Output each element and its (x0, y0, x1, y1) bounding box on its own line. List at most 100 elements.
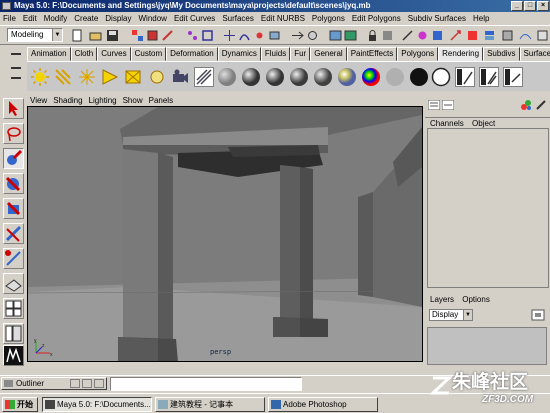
new-scene-icon[interactable] (70, 28, 83, 42)
graph-editor-icon[interactable] (518, 28, 532, 41)
move-tool-icon[interactable] (3, 173, 24, 194)
ambient-light-icon[interactable] (30, 67, 50, 87)
channel-box-toggle-icon[interactable] (427, 99, 441, 111)
shelf-tab-fluids[interactable]: Fluids (260, 47, 291, 61)
blinn-sphere-icon[interactable] (241, 67, 261, 87)
taskbar-item-notepad[interactable]: 建筑教程 - 记事本 (155, 397, 265, 412)
menu-window[interactable]: Window (139, 14, 167, 23)
layer-editor-icon[interactable] (482, 28, 495, 41)
use-background-sphere-icon[interactable] (431, 67, 451, 87)
open-scene-icon[interactable] (88, 28, 102, 41)
menu-create[interactable]: Create (74, 14, 98, 23)
save-scene-icon[interactable] (105, 28, 118, 41)
four-pane-layout-icon[interactable] (3, 298, 24, 319)
menu-edit-nurbs[interactable]: Edit NURBS (261, 14, 305, 23)
volume-light-icon[interactable] (147, 67, 167, 87)
channels-menu[interactable]: Channels (430, 119, 464, 128)
rename-icon[interactable] (400, 28, 413, 41)
shelf-tab-rendering[interactable]: Rendering (438, 47, 484, 61)
batch-render-icon[interactable] (503, 67, 523, 87)
taskbar-item-photoshop[interactable]: Adobe Photoshop (268, 397, 378, 412)
close-button[interactable]: × (537, 1, 549, 11)
menu-surfaces[interactable]: Surfaces (222, 14, 254, 23)
rotate-tool-icon[interactable] (3, 198, 24, 219)
scale-tool-icon[interactable] (3, 223, 24, 244)
ramp-sphere-icon[interactable] (361, 67, 381, 87)
menu-display[interactable]: Display (105, 14, 131, 23)
component-edges-icon[interactable] (200, 28, 213, 41)
snap-grid-icon[interactable] (222, 28, 235, 41)
spot-light-icon[interactable] (100, 67, 120, 87)
point-light-icon[interactable] (77, 67, 97, 87)
mel-command-input[interactable] (110, 377, 302, 391)
component-points-icon[interactable] (185, 28, 198, 41)
viewport-menu-lighting[interactable]: Lighting (89, 96, 117, 105)
ipr-render-icon[interactable] (343, 28, 357, 41)
select-tool-icon[interactable] (3, 98, 24, 119)
menu-edit-curves[interactable]: Edit Curves (174, 14, 215, 23)
shelf-menu-icon[interactable] (8, 47, 24, 87)
render-view-icon[interactable] (194, 67, 214, 87)
channel-box-icon[interactable] (465, 28, 478, 41)
start-button[interactable]: 开始 (2, 397, 38, 412)
tool-settings-icon[interactable] (448, 28, 461, 41)
create-layer-icon[interactable] (531, 308, 547, 322)
ipr-render-shelf-icon[interactable] (479, 67, 499, 87)
menu-modify[interactable]: Modify (44, 14, 68, 23)
menu-edit[interactable]: Edit (23, 14, 37, 23)
shelf-tab-custom[interactable]: Custom (130, 47, 167, 61)
layer-display-dropdown[interactable]: Display ▼ (429, 309, 473, 321)
shelf-tab-fur[interactable]: Fur (290, 47, 311, 61)
shelf-tab-polygons[interactable]: Polygons (397, 47, 439, 61)
layered-sphere-icon[interactable] (337, 67, 357, 87)
viewport-menu-view[interactable]: View (30, 96, 47, 105)
paint-select-tool-icon[interactable] (3, 148, 24, 169)
snap-plane-icon[interactable] (267, 28, 280, 41)
select-object-icon[interactable] (145, 28, 158, 41)
snap-point-icon[interactable] (252, 28, 265, 41)
lambert-sphere-icon[interactable] (217, 67, 237, 87)
shelf-tab-general[interactable]: General (310, 47, 347, 61)
script-editor-icon[interactable] (535, 28, 548, 41)
camera-icon[interactable] (170, 67, 190, 87)
shelf-tab-animation[interactable]: Animation (27, 47, 71, 61)
shelf-tab-cloth[interactable]: Cloth (70, 47, 98, 61)
shelf-tab-painteffects[interactable]: PaintEffects (346, 47, 398, 61)
directional-light-icon[interactable] (53, 67, 73, 87)
attribute-editor-icon[interactable] (430, 28, 443, 41)
outliner-minimized-window[interactable]: Outliner (1, 377, 107, 390)
minimize-button[interactable]: _ (511, 1, 523, 11)
outliner-restore-button[interactable] (70, 379, 80, 388)
single-pane-layout-icon[interactable] (3, 273, 24, 294)
phong-sphere-icon[interactable] (265, 67, 285, 87)
perspective-viewport[interactable]: x y z persp (27, 106, 423, 362)
outliner-icon[interactable] (500, 28, 513, 41)
outliner-maximize-button[interactable] (82, 379, 92, 388)
object-menu[interactable]: Object (472, 119, 495, 128)
phonge-sphere-icon[interactable] (289, 67, 309, 87)
show-hide-icon[interactable] (380, 28, 393, 41)
layer-toggle-icon[interactable] (441, 99, 455, 111)
construction-history-icon[interactable] (305, 28, 318, 41)
menu-subdiv-surfaces[interactable]: Subdiv Surfaces (408, 14, 466, 23)
menu-file[interactable]: File (3, 14, 16, 23)
menu-help[interactable]: Help (473, 14, 489, 23)
lasso-tool-icon[interactable] (3, 123, 24, 144)
taskbar-item-maya[interactable]: Maya 5.0: F:\Documents... (42, 397, 152, 412)
shelf-tab-curves[interactable]: Curves (97, 47, 131, 61)
attribute-toggle-icon[interactable] (520, 99, 532, 111)
mode-selector[interactable]: Modeling ▼ (7, 28, 63, 42)
render-icon[interactable] (328, 28, 342, 41)
render-settings-icon[interactable] (455, 67, 475, 87)
shelf-tab-deformation[interactable]: Deformation (166, 47, 218, 61)
shading-map-sphere-icon[interactable] (385, 67, 405, 87)
viewport-menu-panels[interactable]: Panels (149, 96, 173, 105)
anisotropic-sphere-icon[interactable] (313, 67, 333, 87)
manipulator-tool-icon[interactable] (3, 248, 24, 269)
shelf-tab-surfaces[interactable]: Surfaces (519, 47, 550, 61)
surface-shader-sphere-icon[interactable] (409, 67, 429, 87)
shelf-tab-subdivs[interactable]: Subdivs (483, 47, 520, 61)
tool-settings-toggle-icon[interactable] (535, 99, 547, 111)
snap-curve-icon[interactable] (237, 28, 250, 41)
shelf-tab-dynamics[interactable]: Dynamics (217, 47, 261, 61)
